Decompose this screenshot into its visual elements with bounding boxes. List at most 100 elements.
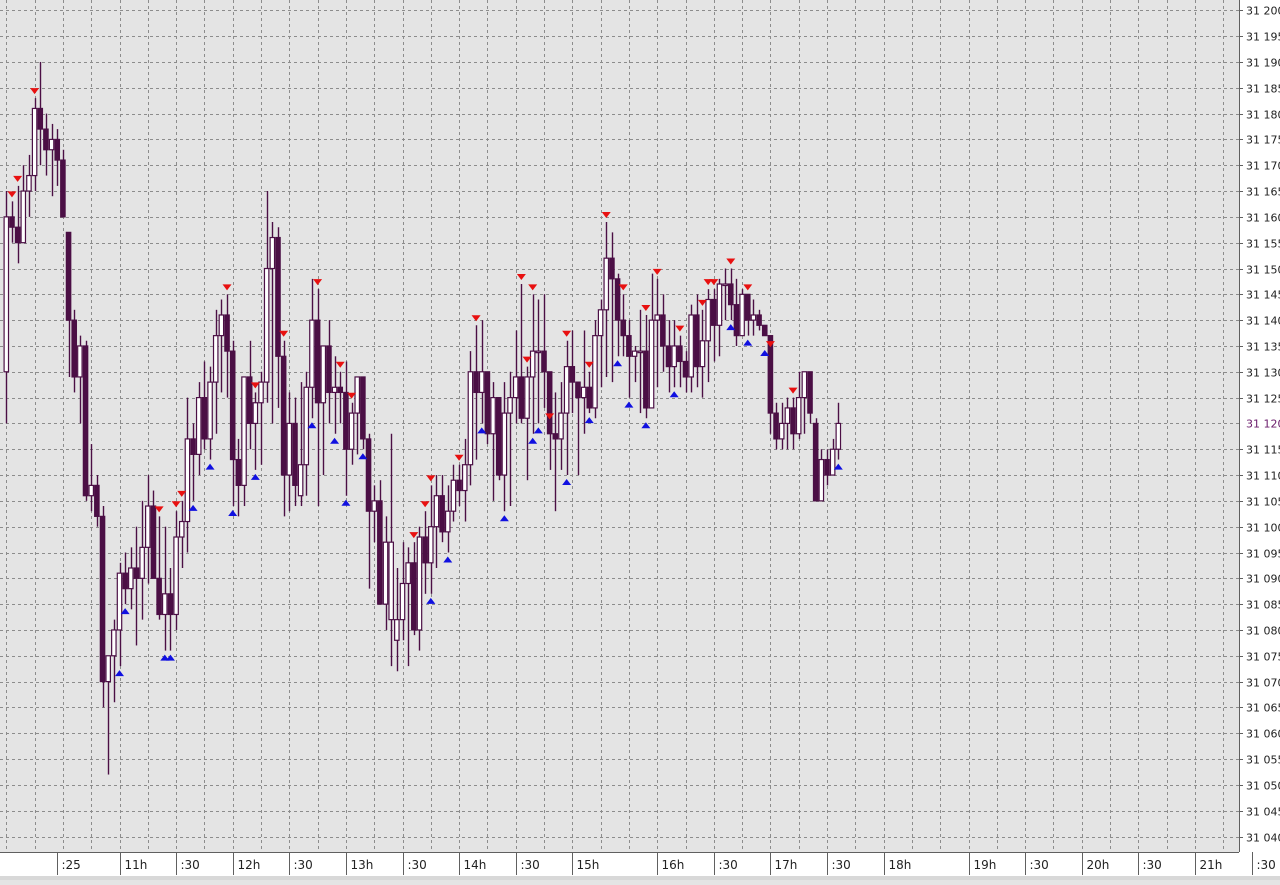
candle-body-down xyxy=(343,391,349,450)
candle-body-up xyxy=(478,371,485,394)
candle-body-up xyxy=(490,397,496,435)
candle-body-down xyxy=(99,515,106,683)
candle-body-up xyxy=(354,376,361,414)
candle-body-down xyxy=(439,495,445,533)
candle-body-up xyxy=(388,541,394,621)
buy-arrow xyxy=(499,515,509,522)
sell-arrow xyxy=(528,284,538,291)
time-tick-label: 18h xyxy=(889,858,912,872)
price-tick-label: 31 145 xyxy=(1246,289,1280,302)
candle-body-up xyxy=(795,397,802,435)
candle-body-up xyxy=(829,448,836,476)
candle-body-down xyxy=(727,283,734,306)
time-tick-label: 15h xyxy=(577,858,600,872)
price-tick-label: 31 100 xyxy=(1246,522,1280,535)
buy-arrow xyxy=(426,597,436,604)
candle-body-down xyxy=(773,412,779,440)
price-tick-label: 31 085 xyxy=(1246,599,1280,612)
candle-body-up xyxy=(778,422,785,440)
candle-body-down xyxy=(733,304,740,337)
candle-body-up xyxy=(631,350,638,357)
time-tick-label: :30 xyxy=(719,858,738,872)
buy-arrow xyxy=(165,654,175,661)
sell-arrow xyxy=(601,212,611,219)
candle-body-up xyxy=(603,257,610,311)
candle-body-down xyxy=(824,458,830,476)
candle-body-down xyxy=(60,159,66,218)
candle-body-up xyxy=(563,366,570,414)
candle-body-up xyxy=(818,458,825,502)
sell-arrow xyxy=(454,454,464,461)
candle-body-down xyxy=(665,345,672,368)
price-tick-label: 31 165 xyxy=(1246,186,1280,199)
candle-body-up xyxy=(648,319,655,409)
candle-body-down xyxy=(569,366,576,383)
candle-body-up xyxy=(399,582,406,621)
price-tick-label: 31 060 xyxy=(1246,728,1280,741)
candle-body-up xyxy=(835,422,842,450)
price-tick-label: 31 170 xyxy=(1246,160,1280,173)
candle-body-down xyxy=(201,397,208,440)
candle-body-down xyxy=(122,572,128,590)
time-tick-label: 17h xyxy=(775,858,798,872)
candle-body-up xyxy=(139,546,145,579)
candle-body-up xyxy=(269,236,276,270)
candle-body-down xyxy=(14,226,21,244)
price-tick-label: 31 195 xyxy=(1246,31,1280,44)
price-tick-label: 31 075 xyxy=(1246,651,1280,664)
candle-body-up xyxy=(20,190,27,244)
candle-wicks xyxy=(5,61,840,775)
candle-body-down xyxy=(43,128,49,151)
candle-body-up xyxy=(184,438,191,523)
candle-body-up xyxy=(212,335,219,383)
candle-body-up xyxy=(535,350,542,354)
buy-arrow xyxy=(533,427,543,434)
candle-body-up xyxy=(592,335,598,409)
price-tick-label: 31 125 xyxy=(1246,393,1280,406)
sell-arrow xyxy=(7,191,17,198)
candle-body-up xyxy=(637,350,644,354)
price-tick-label: 31 175 xyxy=(1246,134,1280,147)
time-tick-label: :30 xyxy=(408,858,427,872)
candle-body-down xyxy=(37,107,44,130)
candle-body-down xyxy=(677,345,683,363)
buy-arrow xyxy=(624,401,634,408)
price-tick-label: 31 130 xyxy=(1246,367,1280,380)
candle-body-up xyxy=(145,505,151,548)
candle-body-up xyxy=(529,350,536,378)
candle-body-up xyxy=(654,314,661,321)
candle-body-up xyxy=(558,412,564,440)
time-tick-label: :30 xyxy=(1030,858,1049,872)
candle-body-up xyxy=(512,376,519,399)
candle-body-up xyxy=(524,376,530,419)
buy-arrow xyxy=(743,339,753,346)
price-tick-label: 31 050 xyxy=(1246,780,1280,793)
time-tick-label: 21h xyxy=(1200,858,1223,872)
price-tick-label: 31 080 xyxy=(1246,625,1280,638)
price-tick-label: 31 065 xyxy=(1246,702,1280,715)
sell-arrow xyxy=(788,387,798,394)
candle-body-down xyxy=(190,438,196,455)
candle-body-down xyxy=(575,381,581,399)
candle-body-up xyxy=(461,464,468,492)
candle-body-down xyxy=(411,562,417,631)
candle-body-down xyxy=(246,376,253,425)
price-tick-label: 31 090 xyxy=(1246,573,1280,586)
buy-arrow xyxy=(443,556,453,563)
candle-body-up xyxy=(116,572,123,631)
candle-body-up xyxy=(77,345,83,378)
candle-body-down xyxy=(326,345,332,394)
buy-arrow xyxy=(562,479,572,486)
price-tick-label: 31 135 xyxy=(1246,341,1280,354)
candle-body-up xyxy=(241,376,247,486)
candle-body-down xyxy=(133,567,140,579)
candle-body-up xyxy=(671,345,677,368)
price-tick-label: 31 185 xyxy=(1246,83,1280,96)
candle-body-up xyxy=(31,107,38,177)
candle-body-down xyxy=(620,319,627,337)
price-tick-label: 31 160 xyxy=(1246,212,1280,225)
candle-body-up xyxy=(128,567,134,590)
candle-body-down xyxy=(761,324,768,337)
candle-body-up xyxy=(688,314,694,378)
candle-body-up xyxy=(705,298,711,342)
